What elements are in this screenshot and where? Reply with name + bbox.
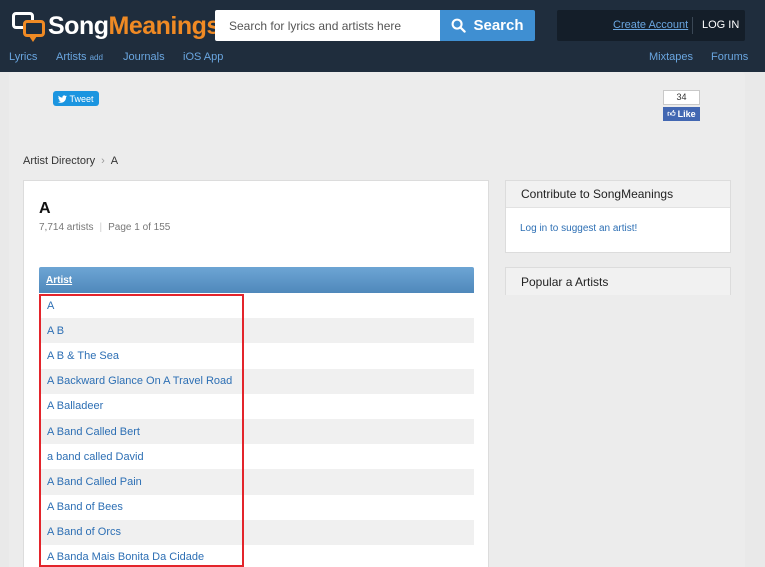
table-row[interactable]: A Balladeer: [39, 394, 474, 419]
facebook-like-widget: 34 👍︎ Like: [663, 90, 700, 121]
table-row[interactable]: A B & The Sea: [39, 343, 474, 368]
like-count: 34: [663, 90, 700, 105]
artist-column-header[interactable]: Artist: [46, 275, 72, 286]
table-header: Artist: [39, 267, 474, 293]
artist-table: Artist A A B A B & The Sea A Backward Gl…: [39, 267, 474, 567]
suggest-artist-link[interactable]: Log in to suggest an artist!: [506, 208, 730, 234]
page-info: Page 1 of 155: [108, 222, 171, 233]
table-row[interactable]: A Band of Orcs: [39, 519, 474, 545]
nav-forums[interactable]: Forums: [711, 51, 748, 63]
artist-link[interactable]: A Band Called Pain: [47, 476, 142, 488]
top-header: SongMeanings Search Create Account LOG I…: [0, 0, 765, 72]
artist-listing-card: A 7,714 artists | Page 1 of 155 Artist A…: [23, 180, 489, 567]
artist-link[interactable]: A Band Called Bert: [47, 426, 140, 438]
table-row[interactable]: A B: [39, 318, 474, 344]
breadcrumb-separator: ›: [101, 155, 105, 167]
artist-link[interactable]: A B: [47, 325, 64, 337]
breadcrumb-artist-directory[interactable]: Artist Directory: [23, 155, 95, 167]
login-link[interactable]: LOG IN: [702, 19, 739, 31]
nav-artists-label: Artists: [56, 51, 87, 63]
artist-link[interactable]: A Balladeer: [47, 400, 103, 412]
nav-artists-badge: add: [89, 53, 103, 62]
table-row[interactable]: A Banda Mais Bonita Da Cidade: [39, 545, 474, 567]
tweet-label: Tweet: [69, 93, 94, 104]
search-bar: Search: [215, 10, 535, 41]
twitter-bird-icon: [58, 94, 68, 103]
like-button[interactable]: 👍︎ Like: [663, 107, 700, 121]
like-label: Like: [677, 109, 696, 119]
divider: [692, 17, 693, 34]
search-button-label: Search: [473, 17, 524, 34]
artist-link[interactable]: A Banda Mais Bonita Da Cidade: [47, 551, 204, 563]
meta-divider: |: [99, 222, 103, 233]
nav-mixtapes[interactable]: Mixtapes: [649, 51, 693, 63]
artist-count: 7,714 artists: [39, 222, 94, 233]
artist-link[interactable]: a band called David: [47, 451, 144, 463]
artist-link[interactable]: A: [47, 300, 54, 312]
search-input[interactable]: [215, 10, 440, 41]
table-row[interactable]: A Band of Bees: [39, 495, 474, 520]
artist-link[interactable]: A Band of Orcs: [47, 526, 121, 538]
table-row[interactable]: A Backward Glance On A Travel Road: [39, 368, 474, 394]
breadcrumb-current: A: [110, 155, 119, 167]
nav-ios-app[interactable]: iOS App: [183, 51, 223, 63]
create-account-link[interactable]: Create Account: [613, 19, 688, 31]
logo-text: SongMeanings: [48, 11, 220, 40]
table-row[interactable]: A Band Called Bert: [39, 418, 474, 445]
contribute-card: Contribute to SongMeanings Log in to sug…: [505, 180, 731, 253]
tweet-button[interactable]: Tweet: [53, 91, 99, 106]
popular-title: Popular a Artists: [506, 268, 730, 295]
nav-lyrics[interactable]: Lyrics: [9, 51, 37, 63]
table-row[interactable]: a band called David: [39, 444, 474, 469]
search-button[interactable]: Search: [440, 10, 535, 41]
contribute-title: Contribute to SongMeanings: [506, 181, 730, 208]
artist-link[interactable]: A Backward Glance On A Travel Road: [47, 375, 232, 387]
nav-journals[interactable]: Journals: [123, 51, 165, 63]
popular-artists-card: Popular a Artists: [505, 267, 731, 295]
listing-meta: 7,714 artists | Page 1 of 155: [39, 222, 170, 233]
thumbs-up-icon: 👍︎: [667, 109, 676, 118]
artist-link[interactable]: A B & The Sea: [47, 350, 119, 362]
artist-link[interactable]: A Band of Bees: [47, 501, 123, 513]
breadcrumb: Artist Directory › A: [23, 155, 118, 167]
page-title: A: [39, 200, 51, 217]
table-row[interactable]: A: [39, 293, 474, 318]
nav-artists[interactable]: Artists add: [56, 51, 103, 63]
account-box: Create Account LOG IN: [557, 10, 745, 41]
speech-bubbles-icon: [12, 12, 46, 42]
site-logo[interactable]: SongMeanings: [12, 11, 220, 42]
table-row[interactable]: A Band Called Pain: [39, 469, 474, 495]
search-icon: [452, 18, 467, 33]
